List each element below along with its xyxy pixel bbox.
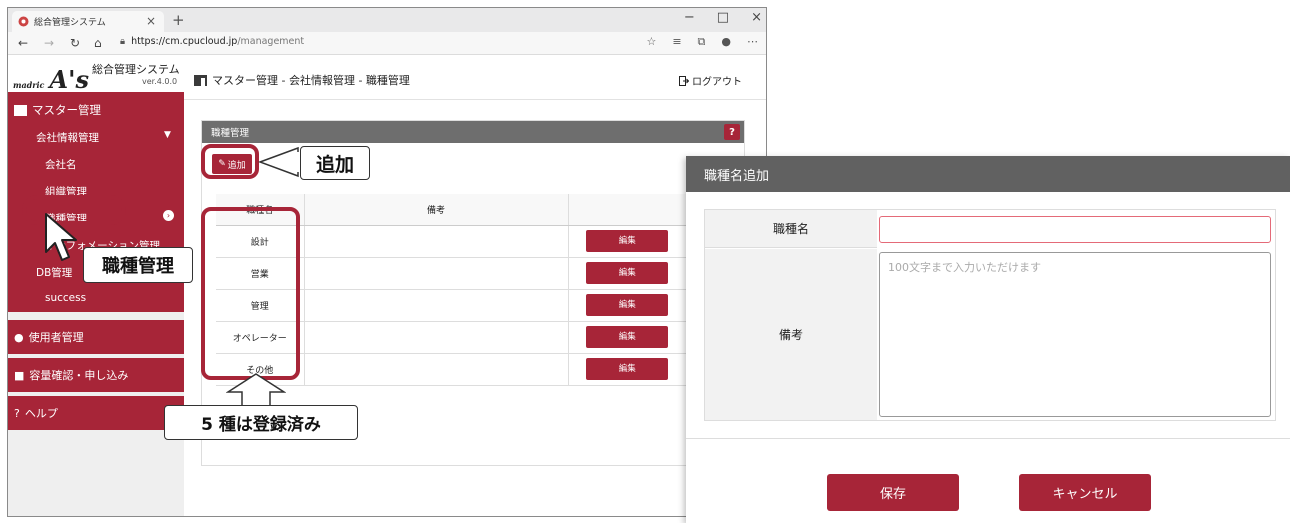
url-field[interactable]: 🔒︎ https://cm.cpucloud.jp/management [120, 36, 304, 47]
sidebar-capacity-label: 容量確認・申し込み [29, 369, 129, 382]
sidebar-company-info-label: 会社情報管理 [36, 132, 99, 144]
sidebar-item-company-name[interactable]: 会社名 [45, 157, 77, 172]
sidebar-item-db[interactable]: DB管理 [36, 265, 72, 280]
system-title: 総合管理システム [92, 63, 180, 76]
note-textarea[interactable]: 100文字まで入力いただけます [879, 252, 1271, 417]
back-arrow-icon[interactable]: ← [18, 36, 28, 50]
sidebar-help-label: ヘルプ [24, 407, 58, 420]
annotation-add: 追加 [300, 146, 370, 180]
tab-close-icon[interactable]: × [146, 14, 156, 28]
callout-pointer-add [258, 146, 302, 178]
column-header-actions [568, 194, 686, 226]
edit-button[interactable]: 編集 [586, 326, 669, 348]
folder-icon: ■ [14, 368, 25, 382]
dialog-header: 職種名追加 [686, 156, 1290, 192]
reload-icon[interactable]: ↻ [70, 36, 80, 50]
actions-cell: 編集 [568, 257, 686, 290]
actions-cell: 編集 [568, 321, 686, 354]
logo-big-text: A's [49, 65, 89, 94]
app-logo: madric A's [13, 65, 89, 94]
save-button[interactable]: 保存 [827, 474, 959, 511]
column-header-note: 備考 [304, 194, 569, 226]
job-note-cell [304, 225, 569, 258]
sidebar-item-help[interactable]: ? ヘルプ [8, 396, 184, 430]
job-name-input[interactable] [879, 216, 1271, 243]
breadcrumb-text: マスター管理 - 会社情報管理 - 職種管理 [212, 74, 410, 87]
lock-icon: 🔒︎ [120, 36, 126, 47]
job-note-cell [304, 321, 569, 354]
actions-cell: 編集 [568, 353, 686, 386]
breadcrumb: マスター管理 - 会社情報管理 - 職種管理 [194, 72, 410, 88]
logo-small-text: madric [13, 80, 45, 90]
system-version: ver.4.0.0 [142, 77, 178, 86]
sidebar-master-label: マスター管理 [32, 103, 101, 117]
job-note-cell [304, 257, 569, 290]
job-note-cell [304, 289, 569, 322]
callout-pointer-registered [226, 373, 286, 408]
job-name-label: 職種名 [705, 210, 877, 248]
note-label: 備考 [705, 249, 877, 420]
sidebar-item-capacity[interactable]: ■ 容量確認・申し込み [8, 358, 184, 392]
job-note-cell [304, 353, 569, 386]
close-window-button[interactable]: × [751, 10, 762, 25]
sidebar-item-success[interactable]: success [45, 292, 86, 304]
add-job-dialog: 職種名追加 職種名 備考 100文字まで入力いただけます 保存 キャンセル [686, 156, 1290, 523]
building-icon [194, 74, 207, 86]
annotation-job-mgmt: 職種管理 [83, 247, 193, 283]
chevron-down-icon[interactable]: ▼ [164, 130, 171, 140]
browser-tab[interactable]: 総合管理システム × [12, 11, 164, 32]
cancel-button[interactable]: キャンセル [1019, 474, 1151, 511]
logout-icon [679, 75, 689, 86]
actions-cell: 編集 [568, 225, 686, 258]
profile-icon[interactable]: ● [721, 35, 731, 49]
sidebar-item-master[interactable]: マスター管理 [14, 102, 101, 118]
sidebar: マスター管理 会社情報管理 ▼ 会社名 組織管理 職種管理 › インフォメーショ… [8, 92, 184, 516]
new-tab-button[interactable]: + [172, 11, 185, 29]
registered-rows-ring [201, 207, 300, 380]
window-controls: − □ × [684, 10, 762, 25]
dialog-divider [686, 438, 1290, 439]
minimize-button[interactable]: − [684, 10, 695, 25]
help-circle-icon: ? [14, 406, 20, 420]
address-bar-icons: ☆ ≡ ⧉ ● ⋯ [646, 35, 758, 49]
forward-arrow-icon[interactable]: → [44, 36, 54, 50]
panel-title: 職種管理 [211, 128, 250, 139]
url-path: /management [237, 36, 305, 47]
dialog-form: 職種名 備考 100文字まで入力いただけます [704, 209, 1276, 421]
building-icon [14, 104, 27, 116]
user-icon: ● [14, 330, 24, 344]
home-icon[interactable]: ⌂ [94, 36, 102, 50]
edit-button[interactable]: 編集 [586, 262, 669, 284]
url-host: https://cm.cpucloud.jp [131, 36, 238, 47]
sidebar-users-label: 使用者管理 [28, 331, 84, 344]
edit-button[interactable]: 編集 [586, 358, 669, 380]
maximize-button[interactable]: □ [717, 10, 729, 25]
more-menu-icon[interactable]: ⋯ [747, 35, 758, 49]
annotation-registered: 5 種は登録済み [164, 405, 358, 440]
help-button[interactable]: ? [724, 124, 740, 140]
panel-header: 職種管理 ? [202, 121, 744, 143]
chevron-right-icon: › [163, 210, 174, 221]
site-favicon-icon [18, 16, 29, 27]
edit-button[interactable]: 編集 [586, 294, 669, 316]
add-highlight-ring [201, 144, 259, 179]
dialog-title: 職種名追加 [704, 168, 770, 184]
logout-label: ログアウト [692, 77, 742, 88]
sidebar-item-users[interactable]: ● 使用者管理 [8, 320, 184, 354]
tab-title: 総合管理システム [34, 18, 106, 28]
collections-icon[interactable]: ⧉ [698, 35, 706, 49]
edit-button[interactable]: 編集 [586, 230, 669, 252]
favorites-list-icon[interactable]: ≡ [672, 35, 681, 49]
actions-cell: 編集 [568, 289, 686, 322]
sidebar-item-company-info[interactable]: 会社情報管理 [36, 130, 99, 145]
tab-bar: 総合管理システム × + − □ × [8, 8, 766, 32]
address-bar: ← → ↻ ⌂ 🔒︎ https://cm.cpucloud.jp/managem… [8, 32, 766, 55]
logout-link[interactable]: ログアウト [679, 73, 742, 88]
favorite-star-icon[interactable]: ☆ [646, 35, 656, 49]
